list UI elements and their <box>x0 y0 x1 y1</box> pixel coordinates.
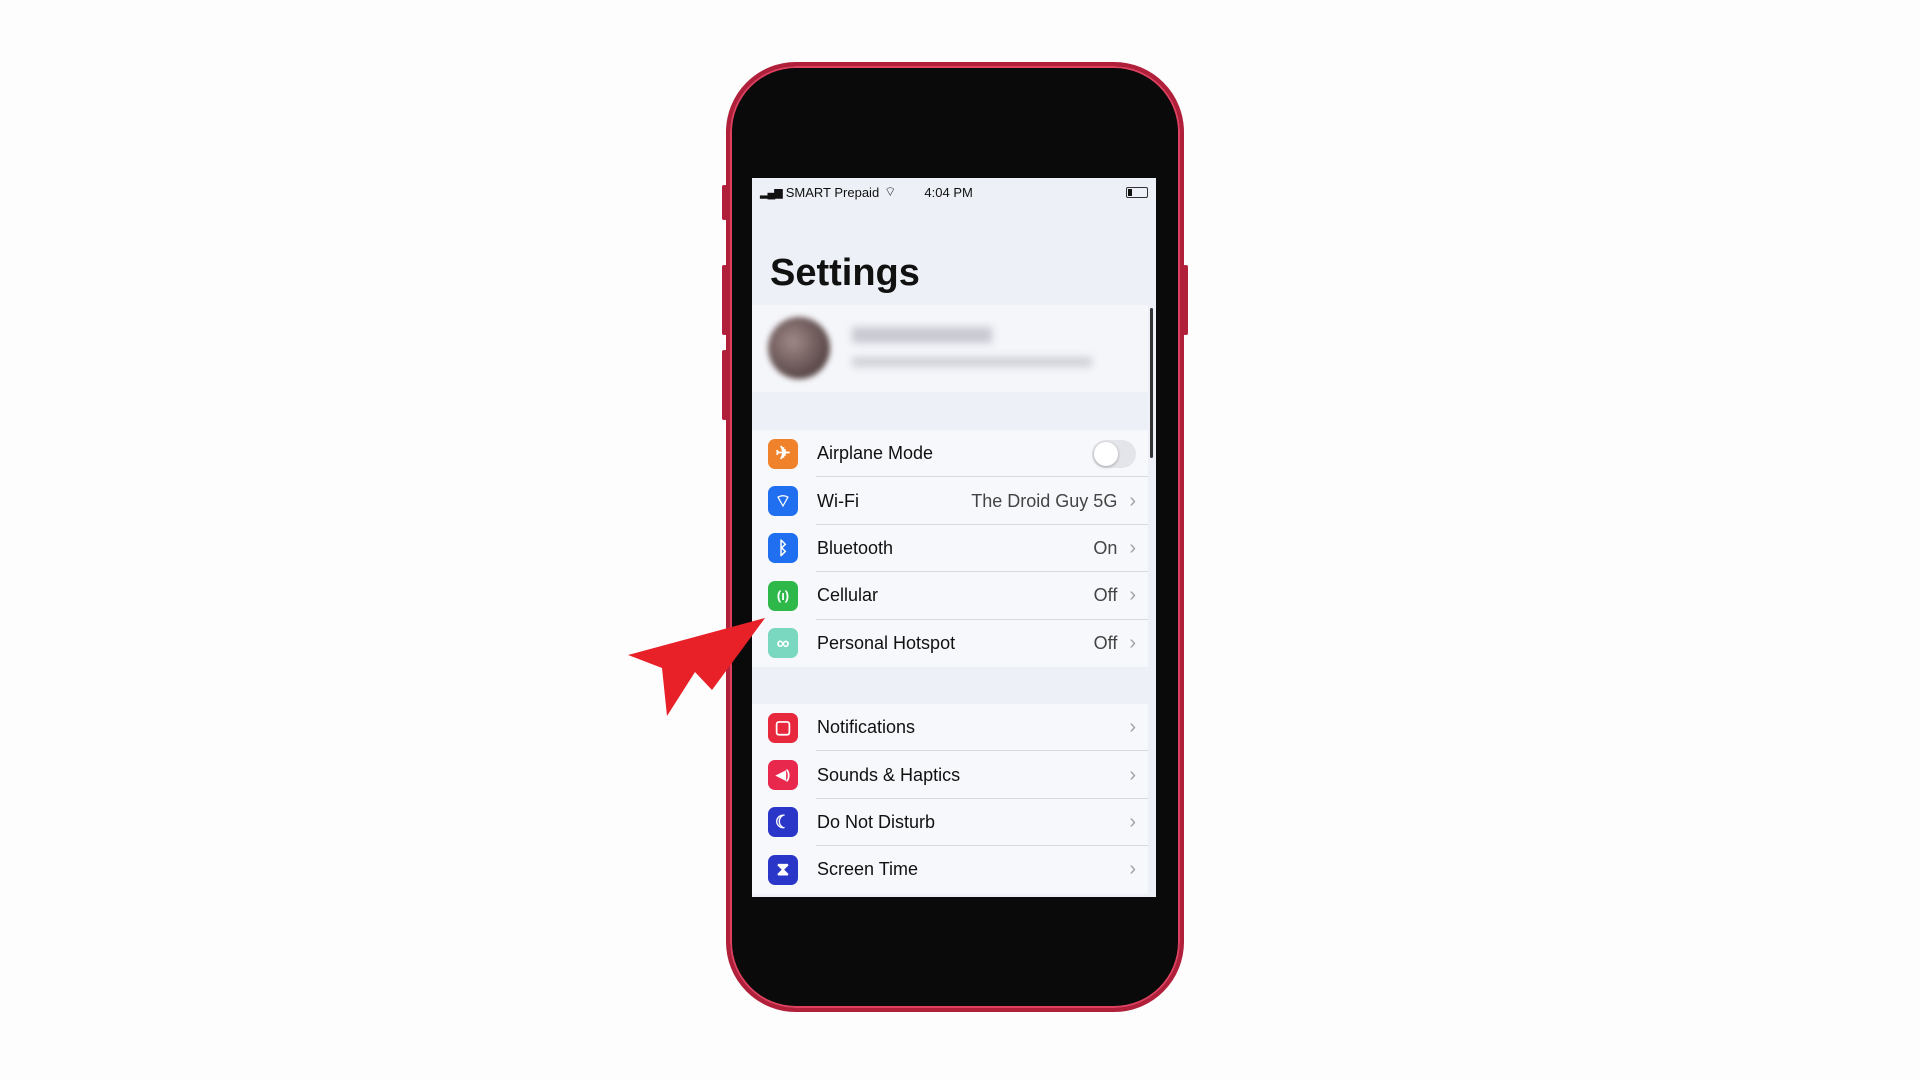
red-arrow-annotation <box>628 618 765 716</box>
arrow-shape <box>628 618 765 716</box>
